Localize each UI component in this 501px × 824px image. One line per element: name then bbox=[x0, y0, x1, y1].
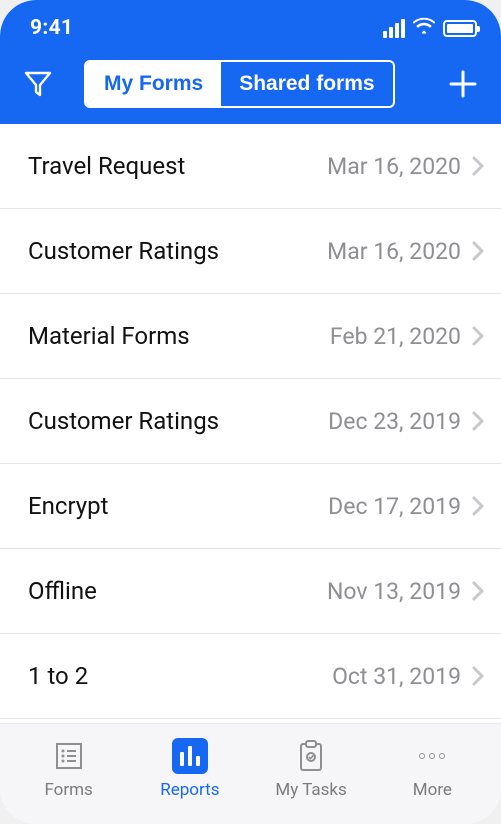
tab-bar: Forms Reports My Tasks More bbox=[0, 723, 501, 824]
list-item-date: Dec 17, 2019 bbox=[328, 493, 461, 520]
chevron-right-icon bbox=[471, 325, 485, 347]
tab-mytasks-label: My Tasks bbox=[275, 780, 346, 800]
list-item[interactable]: 1 to 2 Oct 31, 2019 bbox=[0, 634, 501, 719]
chevron-right-icon bbox=[471, 495, 485, 517]
list-item-title: Material Forms bbox=[28, 322, 320, 350]
header: 9:41 My Forms Shared forms bbox=[0, 0, 501, 124]
toolbar: My Forms Shared forms bbox=[0, 54, 501, 112]
chevron-right-icon bbox=[471, 155, 485, 177]
status-time: 9:41 bbox=[30, 16, 73, 40]
phone-frame: 9:41 My Forms Shared forms Travel Reques… bbox=[0, 0, 501, 824]
chevron-right-icon bbox=[471, 240, 485, 262]
list-item-date: Dec 23, 2019 bbox=[328, 408, 461, 435]
forms-list: Travel RequestMar 16, 2020Customer Ratin… bbox=[0, 124, 501, 723]
more-icon bbox=[414, 738, 450, 774]
list-item-title: 1 to 2 bbox=[28, 662, 322, 690]
chevron-right-icon bbox=[471, 665, 485, 687]
list-item[interactable]: Customer Ratings Mar 16, 2020 bbox=[0, 209, 501, 294]
list-item[interactable]: Material Forms Feb 21, 2020 bbox=[0, 294, 501, 379]
add-icon[interactable] bbox=[443, 64, 483, 104]
list-item-title: Encrypt bbox=[28, 492, 318, 520]
segment-control: My Forms Shared forms bbox=[84, 60, 395, 108]
wifi-icon bbox=[413, 17, 435, 39]
list-item-date: Feb 21, 2020 bbox=[330, 323, 461, 350]
list-item-date: Oct 31, 2019 bbox=[332, 663, 461, 690]
tab-my-forms[interactable]: My Forms bbox=[86, 62, 221, 106]
tab-reports[interactable]: Reports bbox=[129, 738, 250, 800]
list-item[interactable]: Encrypt Dec 17, 2019 bbox=[0, 464, 501, 549]
tab-more-label: More bbox=[413, 780, 452, 800]
tab-forms[interactable]: Forms bbox=[8, 738, 129, 800]
status-icons bbox=[383, 17, 477, 39]
filter-icon[interactable] bbox=[18, 64, 58, 104]
status-bar: 9:41 bbox=[0, 16, 501, 54]
battery-icon bbox=[443, 20, 477, 37]
chevron-right-icon bbox=[471, 410, 485, 432]
mytasks-icon bbox=[293, 738, 329, 774]
list-item-title: Customer Ratings bbox=[28, 407, 318, 435]
list-item[interactable]: Travel Request Mar 16, 2020 bbox=[0, 124, 501, 209]
list-item-date: Nov 13, 2019 bbox=[327, 578, 461, 605]
signal-icon bbox=[383, 19, 405, 38]
list-item-title: Travel Request bbox=[28, 152, 317, 180]
forms-icon bbox=[51, 738, 87, 774]
reports-icon bbox=[172, 738, 208, 774]
tab-reports-label: Reports bbox=[160, 780, 219, 800]
chevron-right-icon bbox=[471, 580, 485, 602]
list-item-title: Customer Ratings bbox=[28, 237, 317, 265]
list-item-date: Mar 16, 2020 bbox=[327, 153, 461, 180]
tab-forms-label: Forms bbox=[44, 780, 92, 800]
list-item[interactable]: Customer Ratings Dec 23, 2019 bbox=[0, 379, 501, 464]
tab-more[interactable]: More bbox=[372, 738, 493, 800]
tab-mytasks[interactable]: My Tasks bbox=[251, 738, 372, 800]
list-item-title: Offline bbox=[28, 577, 317, 605]
list-item[interactable]: Offline Nov 13, 2019 bbox=[0, 549, 501, 634]
tab-shared-forms[interactable]: Shared forms bbox=[221, 62, 392, 106]
list-item-date: Mar 16, 2020 bbox=[327, 238, 461, 265]
